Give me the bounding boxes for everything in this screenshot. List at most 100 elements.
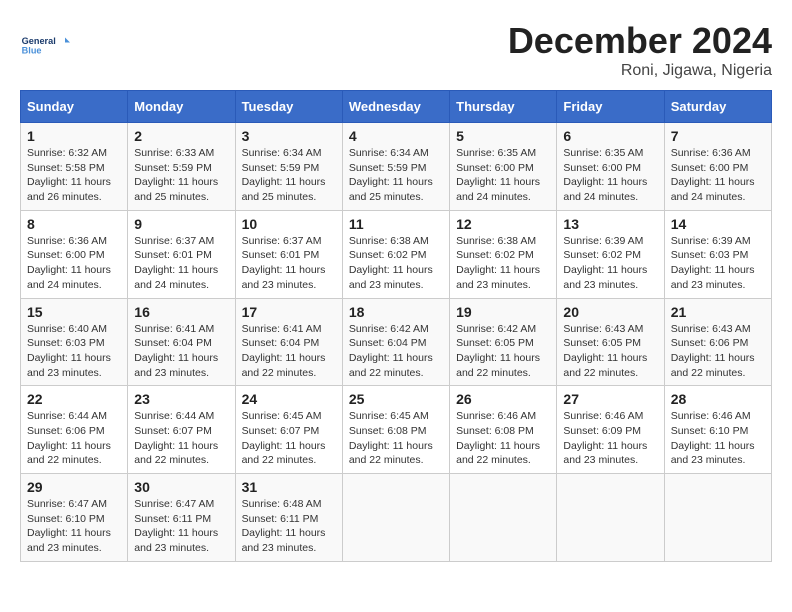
calendar-cell: 9Sunrise: 6:37 AM Sunset: 6:01 PM Daylig…	[128, 210, 235, 298]
calendar-cell: 10 Sunrise: 6:37 AM Sunset: 6:01 PM Dayli…	[235, 210, 342, 298]
day-number: 28	[671, 391, 765, 407]
calendar-day-header: Sunday	[21, 91, 128, 123]
calendar-cell: 29 Sunrise: 6:47 AM Sunset: 6:10 PM Dayli…	[21, 474, 128, 562]
calendar-cell: 11Sunrise: 6:38 AM Sunset: 6:02 PM Dayli…	[342, 210, 449, 298]
calendar-header-row: SundayMondayTuesdayWednesdayThursdayFrid…	[21, 91, 772, 123]
day-info: Sunrise: 6:46 AM Sunset: 6:09 PM Dayligh…	[563, 409, 657, 468]
day-number: 30	[134, 479, 228, 495]
logo: General Blue	[20, 20, 70, 70]
day-info: Sunrise: 6:38 AM Sunset: 6:02 PM Dayligh…	[456, 234, 550, 293]
calendar-cell: 17 Sunrise: 6:41 AM Sunset: 6:04 PM Dayli…	[235, 298, 342, 386]
day-info: Sunrise: 6:37 AM Sunset: 6:01 PM Dayligh…	[242, 234, 336, 293]
day-info: Sunrise: 6:46 AM Sunset: 6:08 PM Dayligh…	[456, 409, 550, 468]
day-info: Sunrise: 6:45 AM Sunset: 6:07 PM Dayligh…	[242, 409, 336, 468]
calendar-cell: 3 Sunrise: 6:34 AM Sunset: 5:59 PM Daylig…	[235, 123, 342, 211]
day-info: Sunrise: 6:41 AM Sunset: 6:04 PM Dayligh…	[242, 322, 336, 381]
day-number: 31	[242, 479, 336, 495]
day-number: 6	[563, 128, 657, 144]
calendar-cell	[450, 474, 557, 562]
day-info: Sunrise: 6:34 AM Sunset: 5:59 PM Dayligh…	[242, 146, 336, 205]
logo-svg: General Blue	[20, 20, 70, 70]
calendar-cell: 31 Sunrise: 6:48 AM Sunset: 6:11 PM Dayli…	[235, 474, 342, 562]
day-info: Sunrise: 6:43 AM Sunset: 6:06 PM Dayligh…	[671, 322, 765, 381]
day-info: Sunrise: 6:34 AM Sunset: 5:59 PM Dayligh…	[349, 146, 443, 205]
calendar-cell: 18Sunrise: 6:42 AM Sunset: 6:04 PM Dayli…	[342, 298, 449, 386]
calendar-cell	[342, 474, 449, 562]
calendar-cell: 20Sunrise: 6:43 AM Sunset: 6:05 PM Dayli…	[557, 298, 664, 386]
calendar-day-header: Tuesday	[235, 91, 342, 123]
day-info: Sunrise: 6:44 AM Sunset: 6:06 PM Dayligh…	[27, 409, 121, 468]
calendar-cell: 22 Sunrise: 6:44 AM Sunset: 6:06 PM Dayli…	[21, 386, 128, 474]
day-number: 22	[27, 391, 121, 407]
day-info: Sunrise: 6:33 AM Sunset: 5:59 PM Dayligh…	[134, 146, 228, 205]
day-number: 12	[456, 216, 550, 232]
day-number: 18	[349, 304, 443, 320]
calendar-cell: 12 Sunrise: 6:38 AM Sunset: 6:02 PM Dayli…	[450, 210, 557, 298]
calendar-cell: 7Sunrise: 6:36 AM Sunset: 6:00 PM Daylig…	[664, 123, 771, 211]
day-info: Sunrise: 6:47 AM Sunset: 6:11 PM Dayligh…	[134, 497, 228, 556]
calendar-week-row: 22 Sunrise: 6:44 AM Sunset: 6:06 PM Dayli…	[21, 386, 772, 474]
day-number: 8	[27, 216, 121, 232]
day-number: 9	[134, 216, 228, 232]
day-number: 7	[671, 128, 765, 144]
calendar-week-row: 29 Sunrise: 6:47 AM Sunset: 6:10 PM Dayli…	[21, 474, 772, 562]
calendar-cell: 16 Sunrise: 6:41 AM Sunset: 6:04 PM Dayli…	[128, 298, 235, 386]
day-info: Sunrise: 6:42 AM Sunset: 6:05 PM Dayligh…	[456, 322, 550, 381]
day-info: Sunrise: 6:39 AM Sunset: 6:03 PM Dayligh…	[671, 234, 765, 293]
calendar-cell: 6Sunrise: 6:35 AM Sunset: 6:00 PM Daylig…	[557, 123, 664, 211]
calendar-day-header: Friday	[557, 91, 664, 123]
calendar-cell	[664, 474, 771, 562]
svg-text:General: General	[22, 36, 56, 46]
page-header: General Blue December 2024 Roni, Jigawa,…	[20, 20, 772, 80]
day-number: 2	[134, 128, 228, 144]
day-info: Sunrise: 6:35 AM Sunset: 6:00 PM Dayligh…	[456, 146, 550, 205]
day-info: Sunrise: 6:47 AM Sunset: 6:10 PM Dayligh…	[27, 497, 121, 556]
day-info: Sunrise: 6:48 AM Sunset: 6:11 PM Dayligh…	[242, 497, 336, 556]
day-number: 13	[563, 216, 657, 232]
day-info: Sunrise: 6:41 AM Sunset: 6:04 PM Dayligh…	[134, 322, 228, 381]
day-number: 5	[456, 128, 550, 144]
day-info: Sunrise: 6:38 AM Sunset: 6:02 PM Dayligh…	[349, 234, 443, 293]
calendar-cell: 19 Sunrise: 6:42 AM Sunset: 6:05 PM Dayli…	[450, 298, 557, 386]
day-info: Sunrise: 6:46 AM Sunset: 6:10 PM Dayligh…	[671, 409, 765, 468]
day-info: Sunrise: 6:40 AM Sunset: 6:03 PM Dayligh…	[27, 322, 121, 381]
day-number: 29	[27, 479, 121, 495]
calendar-cell: 5 Sunrise: 6:35 AM Sunset: 6:00 PM Daylig…	[450, 123, 557, 211]
calendar-cell: 13 Sunrise: 6:39 AM Sunset: 6:02 PM Dayli…	[557, 210, 664, 298]
day-number: 1	[27, 128, 121, 144]
page-title: December 2024	[508, 20, 772, 62]
calendar-cell: 4 Sunrise: 6:34 AM Sunset: 5:59 PM Daylig…	[342, 123, 449, 211]
calendar-week-row: 15Sunrise: 6:40 AM Sunset: 6:03 PM Dayli…	[21, 298, 772, 386]
calendar-cell: 24 Sunrise: 6:45 AM Sunset: 6:07 PM Dayli…	[235, 386, 342, 474]
calendar-week-row: 1Sunrise: 6:32 AM Sunset: 5:58 PM Daylig…	[21, 123, 772, 211]
day-info: Sunrise: 6:45 AM Sunset: 6:08 PM Dayligh…	[349, 409, 443, 468]
day-number: 26	[456, 391, 550, 407]
calendar-day-header: Saturday	[664, 91, 771, 123]
calendar-cell: 25Sunrise: 6:45 AM Sunset: 6:08 PM Dayli…	[342, 386, 449, 474]
calendar-day-header: Monday	[128, 91, 235, 123]
calendar-cell: 8 Sunrise: 6:36 AM Sunset: 6:00 PM Daylig…	[21, 210, 128, 298]
day-number: 4	[349, 128, 443, 144]
day-number: 17	[242, 304, 336, 320]
page-subtitle: Roni, Jigawa, Nigeria	[508, 62, 772, 80]
calendar-cell: 30 Sunrise: 6:47 AM Sunset: 6:11 PM Dayli…	[128, 474, 235, 562]
calendar-cell	[557, 474, 664, 562]
calendar-week-row: 8 Sunrise: 6:36 AM Sunset: 6:00 PM Daylig…	[21, 210, 772, 298]
calendar-cell: 1Sunrise: 6:32 AM Sunset: 5:58 PM Daylig…	[21, 123, 128, 211]
day-info: Sunrise: 6:44 AM Sunset: 6:07 PM Dayligh…	[134, 409, 228, 468]
day-number: 16	[134, 304, 228, 320]
day-number: 10	[242, 216, 336, 232]
day-number: 27	[563, 391, 657, 407]
day-number: 23	[134, 391, 228, 407]
calendar-cell: 27 Sunrise: 6:46 AM Sunset: 6:09 PM Dayli…	[557, 386, 664, 474]
day-number: 3	[242, 128, 336, 144]
day-info: Sunrise: 6:36 AM Sunset: 6:00 PM Dayligh…	[27, 234, 121, 293]
day-number: 21	[671, 304, 765, 320]
day-number: 24	[242, 391, 336, 407]
day-number: 19	[456, 304, 550, 320]
calendar-cell: 23 Sunrise: 6:44 AM Sunset: 6:07 PM Dayli…	[128, 386, 235, 474]
day-info: Sunrise: 6:39 AM Sunset: 6:02 PM Dayligh…	[563, 234, 657, 293]
calendar-cell: 15Sunrise: 6:40 AM Sunset: 6:03 PM Dayli…	[21, 298, 128, 386]
calendar-cell: 21 Sunrise: 6:43 AM Sunset: 6:06 PM Dayli…	[664, 298, 771, 386]
calendar-cell: 28 Sunrise: 6:46 AM Sunset: 6:10 PM Dayli…	[664, 386, 771, 474]
